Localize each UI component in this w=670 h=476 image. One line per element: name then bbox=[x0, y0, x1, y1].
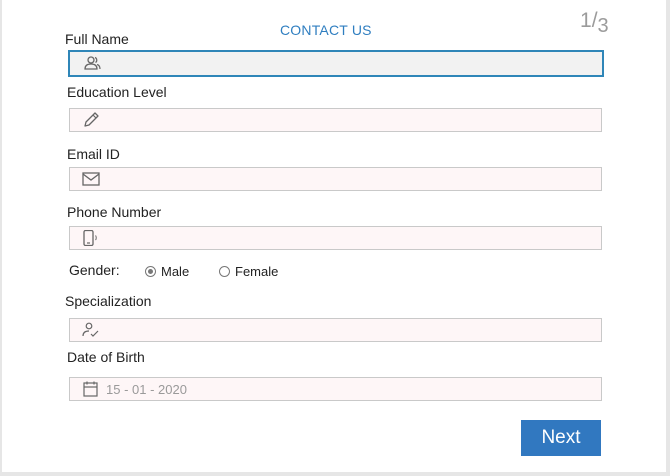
step-current: 1 bbox=[580, 9, 592, 32]
specialization-field[interactable] bbox=[69, 318, 602, 342]
education-level-field[interactable] bbox=[69, 108, 602, 132]
full-name-field[interactable] bbox=[68, 50, 604, 77]
phone-icon bbox=[83, 230, 97, 246]
gender-label: Gender: bbox=[69, 262, 120, 278]
next-button[interactable]: Next bbox=[521, 420, 601, 456]
gender-female-radio[interactable] bbox=[219, 266, 230, 277]
step-separator: / bbox=[591, 9, 598, 32]
user-check-icon bbox=[82, 322, 99, 337]
phone-number-label: Phone Number bbox=[67, 204, 162, 220]
gender-female-label[interactable]: Female bbox=[235, 264, 278, 279]
date-of-birth-field[interactable]: 15 - 01 - 2020 bbox=[69, 377, 602, 401]
step-total: 3 bbox=[597, 15, 609, 37]
full-name-label: Full Name bbox=[65, 31, 129, 47]
gender-male-label[interactable]: Male bbox=[161, 264, 189, 279]
gender-male-radio[interactable] bbox=[145, 266, 156, 277]
form-card: CONTACT US 1/3 Full Name Education Level… bbox=[2, 0, 666, 472]
mail-icon bbox=[82, 172, 100, 186]
calendar-icon bbox=[83, 381, 98, 397]
email-label: Email ID bbox=[67, 146, 120, 162]
specialization-label: Specialization bbox=[65, 293, 152, 309]
date-of-birth-label: Date of Birth bbox=[67, 349, 145, 365]
date-of-birth-value: 15 - 01 - 2020 bbox=[106, 382, 187, 397]
step-indicator: 1/3 bbox=[580, 9, 609, 36]
page-title: CONTACT US bbox=[280, 22, 372, 38]
pencil-icon bbox=[84, 112, 99, 127]
phone-number-field[interactable] bbox=[69, 226, 602, 250]
users-icon bbox=[84, 56, 101, 70]
email-field[interactable] bbox=[69, 167, 602, 191]
education-level-label: Education Level bbox=[67, 84, 167, 100]
